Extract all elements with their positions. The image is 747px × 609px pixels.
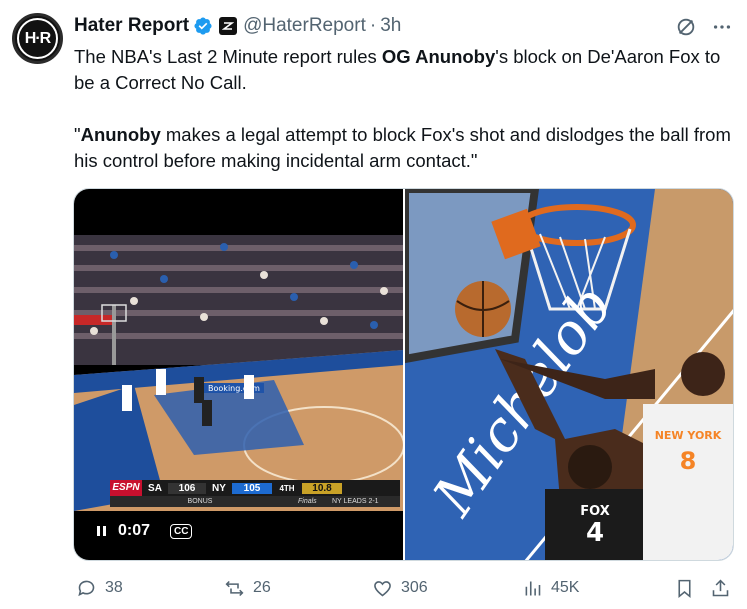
- fox-jersey-number: 4: [586, 518, 604, 548]
- scorebug-series: NY LEADS 2-1: [332, 498, 379, 505]
- like-button[interactable]: 306: [372, 574, 428, 602]
- bookmark-icon: [678, 579, 691, 598]
- reply-button[interactable]: 38: [76, 574, 123, 602]
- author-display-name[interactable]: Hater Report: [74, 15, 189, 37]
- repost-icon: [225, 580, 244, 596]
- scorebug-away-score: 106: [168, 482, 206, 494]
- affiliate-badge-icon: [219, 17, 238, 35]
- scorebug-away-team: SA: [148, 482, 162, 494]
- tweet-media[interactable]: Booking.com ESPN SA 106 NY 105 4TH 10.8 …: [73, 188, 734, 561]
- scorebug-bonus: BONUS: [187, 498, 213, 505]
- scorebug-finals: Finals: [298, 498, 317, 505]
- author-avatar[interactable]: H·R: [12, 13, 63, 64]
- tweet-header: Hater Report @HaterReport · 3h: [74, 12, 401, 40]
- bookmark-button[interactable]: [674, 574, 695, 602]
- avatar-logo-text: H·R: [17, 18, 58, 59]
- scorebug-lower: BONUS Finals NY LEADS 2-1: [110, 496, 400, 507]
- closed-captions-button[interactable]: CC: [170, 523, 193, 539]
- reply-count: 38: [105, 579, 123, 596]
- scorebug-network: ESPN: [110, 480, 142, 496]
- header-separator: ·: [369, 15, 377, 36]
- video-player[interactable]: Booking.com ESPN SA 106 NY 105 4TH 10.8 …: [74, 189, 403, 560]
- mention-og-anunoby: OG Anunoby: [381, 46, 496, 67]
- verified-badge-icon: [194, 17, 212, 35]
- quote-bold-anunoby: Anunoby: [80, 124, 161, 145]
- more-options-icon[interactable]: [711, 16, 733, 38]
- scorebug-clock: 10.8: [302, 482, 342, 494]
- like-count: 306: [401, 579, 428, 596]
- scorebug-quarter: 4TH: [279, 483, 295, 493]
- reply-icon: [78, 580, 95, 596]
- heart-icon: [374, 580, 391, 596]
- repost-count: 26: [253, 579, 271, 596]
- repost-button[interactable]: 26: [224, 574, 271, 602]
- view-count: 45K: [551, 579, 580, 596]
- grok-icon[interactable]: [675, 16, 697, 38]
- fox-jersey-name: FOX: [580, 504, 610, 519]
- scorebug: ESPN SA 106 NY 105 4TH 10.8: [110, 480, 400, 496]
- analytics-icon: [525, 581, 541, 595]
- scorebug-home-team: NY: [212, 482, 226, 494]
- tweet-time[interactable]: 3h: [380, 15, 401, 37]
- share-button[interactable]: [710, 574, 731, 602]
- photo-block[interactable]: Michelob FOX 4 NEW YORK 8: [405, 189, 733, 560]
- views-button[interactable]: 45K: [522, 574, 579, 602]
- tweet-action-bar: 38 26 306 45K: [74, 574, 734, 602]
- share-icon: [712, 579, 729, 596]
- video-controls: 0:07 CC: [96, 522, 193, 540]
- video-frame: Booking.com: [74, 235, 403, 511]
- og-jersey-number: 8: [680, 447, 697, 475]
- tweet-top-actions: [675, 16, 733, 38]
- tweet-paragraph-2: "Anunoby makes a legal attempt to block …: [74, 124, 731, 171]
- video-timestamp: 0:07: [118, 522, 151, 539]
- pause-icon[interactable]: [96, 524, 108, 538]
- tweet-text: The NBA's Last 2 Minute report rules OG …: [74, 44, 734, 174]
- scorebug-home-score: 105: [232, 482, 272, 494]
- tweet-paragraph-1: The NBA's Last 2 Minute report rules OG …: [74, 46, 721, 93]
- author-handle[interactable]: @HaterReport: [243, 15, 366, 37]
- og-jersey-team: NEW YORK: [655, 429, 722, 442]
